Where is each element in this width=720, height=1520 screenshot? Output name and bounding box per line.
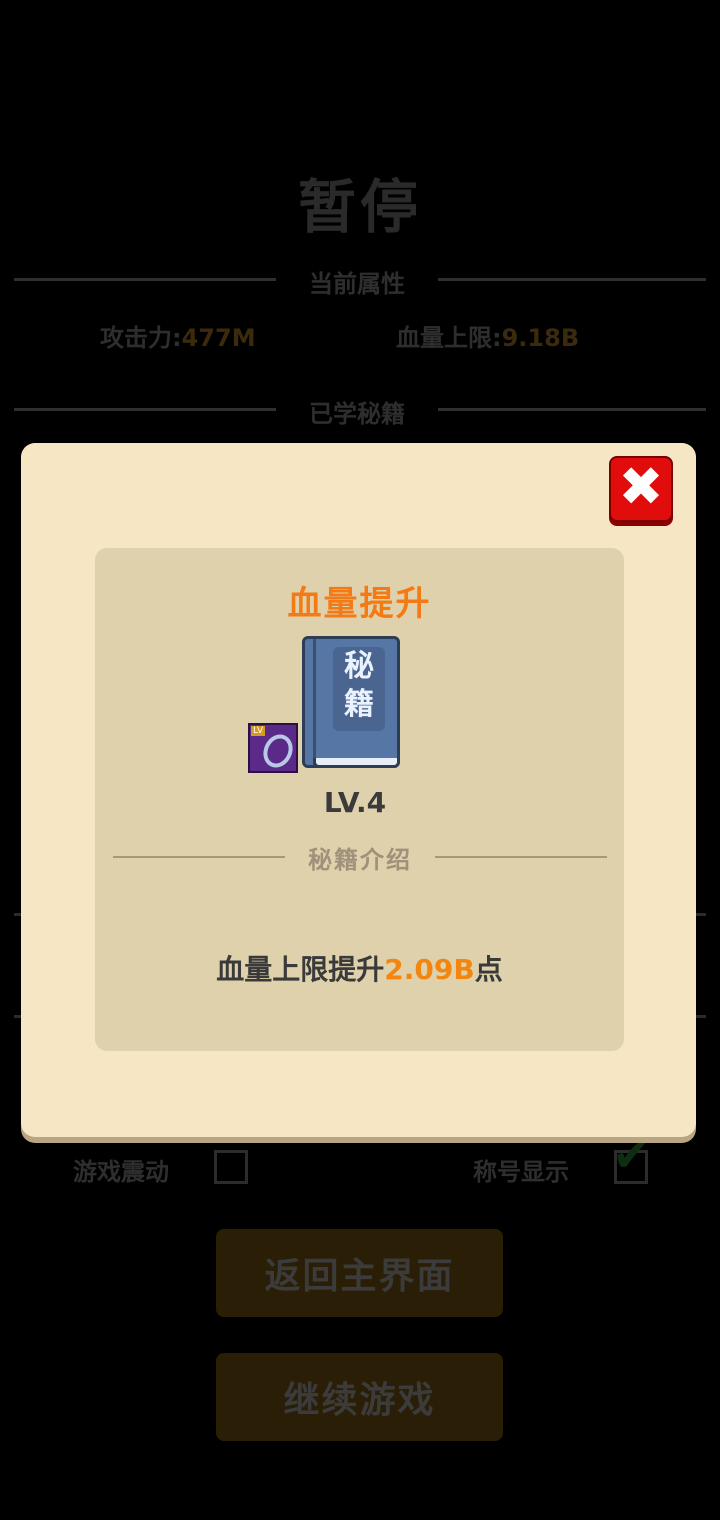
attack-label: 攻击力: <box>100 324 182 352</box>
book-pages <box>313 758 400 768</box>
title-display-label: 称号显示 <box>473 1158 569 1186</box>
ring-item-icon: LV <box>248 723 298 773</box>
desc-prefix: 血量上限提升 <box>216 953 385 986</box>
divider-line <box>696 1015 706 1018</box>
skill-detail-modal: ✖ 血量提升 LV 秘 籍 LV.4 秘籍介绍 血量上限提升2.09B点 <box>21 443 696 1137</box>
skill-description: 血量上限提升2.09B点 <box>95 948 624 988</box>
vibration-label: 游戏震动 <box>73 1158 169 1186</box>
divider-line <box>438 408 706 411</box>
divider-line <box>696 913 706 916</box>
secret-book-icon: 秘 籍 <box>302 636 400 768</box>
learned-section-header: 已学秘籍 <box>14 390 706 430</box>
desc-value: 2.09B <box>384 953 475 986</box>
attack-stat: 攻击力:477M <box>100 318 256 353</box>
book-spine <box>313 639 316 765</box>
hp-label: 血量上限: <box>396 324 502 352</box>
hp-value: 9.18B <box>501 324 580 352</box>
skill-level: LV.4 <box>323 786 387 819</box>
book-glyph-1: 秘 <box>344 649 374 684</box>
return-main-button[interactable]: 返回主界面 <box>216 1229 503 1317</box>
attack-value: 477M <box>181 324 256 352</box>
divider-line <box>14 408 276 411</box>
page-title: 暂停 <box>297 173 422 241</box>
book-glyph-2: 籍 <box>344 687 374 722</box>
continue-game-button[interactable]: 继续游戏 <box>216 1353 503 1441</box>
divider-line <box>435 856 607 858</box>
item-tag: LV <box>251 726 266 736</box>
close-button[interactable]: ✖ <box>609 455 673 522</box>
divider-line <box>14 278 276 281</box>
skill-name: 血量提升 <box>287 584 432 624</box>
divider-line <box>438 278 706 281</box>
intro-header: 秘籍介绍 <box>308 846 412 874</box>
skill-card: 血量提升 LV 秘 籍 LV.4 秘籍介绍 血量上限提升2.09B点 <box>95 548 624 1051</box>
learned-header: 已学秘籍 <box>309 400 405 428</box>
desc-suffix: 点 <box>474 953 503 986</box>
close-x-icon: ✖ <box>618 455 664 518</box>
intro-section-header: 秘籍介绍 <box>113 840 607 876</box>
hp-stat: 血量上限:9.18B <box>396 318 579 353</box>
vibration-checkbox[interactable] <box>214 1150 248 1184</box>
attributes-section-header: 当前属性 <box>14 260 706 300</box>
divider-line <box>113 856 285 858</box>
attributes-header: 当前属性 <box>309 270 405 298</box>
ring-shape <box>258 729 298 773</box>
